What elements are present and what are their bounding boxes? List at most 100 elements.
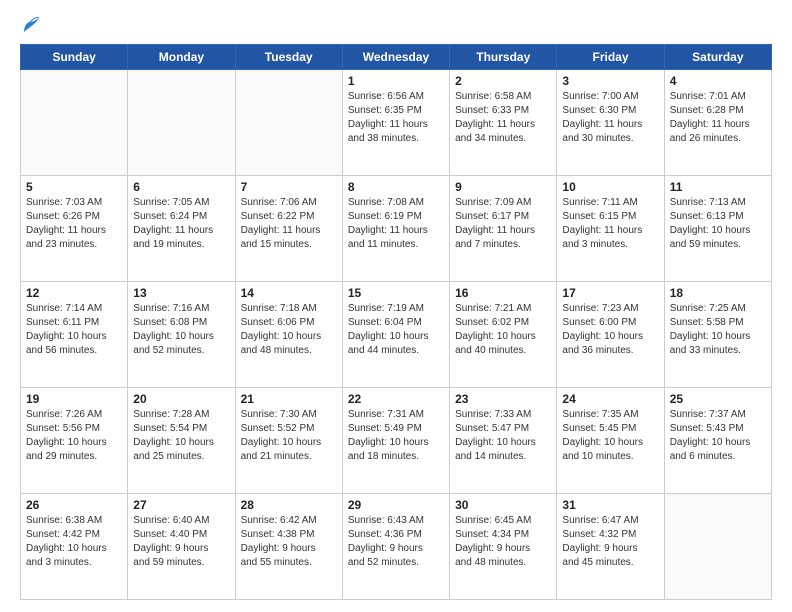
week-row-5: 26 Sunrise: 6:38 AM Sunset: 4:42 PM Dayli… (21, 494, 772, 600)
day-number: 28 (241, 498, 337, 512)
week-row-3: 12 Sunrise: 7:14 AM Sunset: 6:11 PM Dayli… (21, 282, 772, 388)
day-cell (235, 70, 342, 176)
day-number: 21 (241, 392, 337, 406)
day-number: 12 (26, 286, 122, 300)
day-info: Sunrise: 6:56 AM Sunset: 6:35 PM Dayligh… (348, 90, 444, 146)
day-cell: 10 Sunrise: 7:11 AM Sunset: 6:15 PM Dayli… (557, 176, 664, 282)
day-number: 30 (455, 498, 551, 512)
logo-bird-icon (22, 14, 40, 36)
day-cell: 15 Sunrise: 7:19 AM Sunset: 6:04 PM Dayli… (342, 282, 449, 388)
day-info: Sunrise: 7:18 AM Sunset: 6:06 PM Dayligh… (241, 302, 337, 358)
day-cell: 28 Sunrise: 6:42 AM Sunset: 4:38 PM Dayli… (235, 494, 342, 600)
day-number: 13 (133, 286, 229, 300)
day-cell: 25 Sunrise: 7:37 AM Sunset: 5:43 PM Dayli… (664, 388, 771, 494)
day-info: Sunrise: 7:00 AM Sunset: 6:30 PM Dayligh… (562, 90, 658, 146)
calendar-table: SundayMondayTuesdayWednesdayThursdayFrid… (20, 44, 772, 600)
day-info: Sunrise: 6:58 AM Sunset: 6:33 PM Dayligh… (455, 90, 551, 146)
day-number: 2 (455, 74, 551, 88)
day-number: 25 (670, 392, 766, 406)
day-cell: 16 Sunrise: 7:21 AM Sunset: 6:02 PM Dayli… (450, 282, 557, 388)
day-info: Sunrise: 7:21 AM Sunset: 6:02 PM Dayligh… (455, 302, 551, 358)
day-cell: 17Sunrise: 7:23 AM Sunset: 6:00 PM Dayli… (557, 282, 664, 388)
day-info: Sunrise: 7:35 AM Sunset: 5:45 PM Dayligh… (562, 408, 658, 464)
day-cell: 18Sunrise: 7:25 AM Sunset: 5:58 PM Dayli… (664, 282, 771, 388)
day-cell: 2 Sunrise: 6:58 AM Sunset: 6:33 PM Daylig… (450, 70, 557, 176)
day-cell (664, 494, 771, 600)
day-cell: 24Sunrise: 7:35 AM Sunset: 5:45 PM Dayli… (557, 388, 664, 494)
day-number: 23 (455, 392, 551, 406)
day-info: Sunrise: 7:31 AM Sunset: 5:49 PM Dayligh… (348, 408, 444, 464)
logo-text (20, 16, 40, 36)
day-info: Sunrise: 7:19 AM Sunset: 6:04 PM Dayligh… (348, 302, 444, 358)
day-cell: 9 Sunrise: 7:09 AM Sunset: 6:17 PM Daylig… (450, 176, 557, 282)
day-info: Sunrise: 7:14 AM Sunset: 6:11 PM Dayligh… (26, 302, 122, 358)
day-number: 14 (241, 286, 337, 300)
day-info: Sunrise: 6:43 AM Sunset: 4:36 PM Dayligh… (348, 514, 444, 570)
day-cell: 12 Sunrise: 7:14 AM Sunset: 6:11 PM Dayli… (21, 282, 128, 388)
day-cell: 13 Sunrise: 7:16 AM Sunset: 6:08 PM Dayli… (128, 282, 235, 388)
day-info: Sunrise: 6:47 AM Sunset: 4:32 PM Dayligh… (562, 514, 658, 570)
day-number: 9 (455, 180, 551, 194)
day-info: Sunrise: 7:33 AM Sunset: 5:47 PM Dayligh… (455, 408, 551, 464)
day-info: Sunrise: 7:09 AM Sunset: 6:17 PM Dayligh… (455, 196, 551, 252)
page: SundayMondayTuesdayWednesdayThursdayFrid… (0, 0, 792, 612)
weekday-header-wednesday: Wednesday (342, 45, 449, 70)
day-info: Sunrise: 7:01 AM Sunset: 6:28 PM Dayligh… (670, 90, 766, 146)
day-number: 5 (26, 180, 122, 194)
day-info: Sunrise: 7:03 AM Sunset: 6:26 PM Dayligh… (26, 196, 122, 252)
day-info: Sunrise: 7:28 AM Sunset: 5:54 PM Dayligh… (133, 408, 229, 464)
day-cell: 27Sunrise: 6:40 AM Sunset: 4:40 PM Dayli… (128, 494, 235, 600)
day-info: Sunrise: 7:37 AM Sunset: 5:43 PM Dayligh… (670, 408, 766, 464)
day-number: 1 (348, 74, 444, 88)
day-number: 26 (26, 498, 122, 512)
day-cell: 21Sunrise: 7:30 AM Sunset: 5:52 PM Dayli… (235, 388, 342, 494)
day-cell: 29 Sunrise: 6:43 AM Sunset: 4:36 PM Dayli… (342, 494, 449, 600)
day-number: 29 (348, 498, 444, 512)
day-number: 27 (133, 498, 229, 512)
day-cell: 26 Sunrise: 6:38 AM Sunset: 4:42 PM Dayli… (21, 494, 128, 600)
day-cell (128, 70, 235, 176)
day-cell: 23 Sunrise: 7:33 AM Sunset: 5:47 PM Dayli… (450, 388, 557, 494)
week-row-1: 1 Sunrise: 6:56 AM Sunset: 6:35 PM Daylig… (21, 70, 772, 176)
day-cell: 4 Sunrise: 7:01 AM Sunset: 6:28 PM Daylig… (664, 70, 771, 176)
day-info: Sunrise: 7:23 AM Sunset: 6:00 PM Dayligh… (562, 302, 658, 358)
day-info: Sunrise: 7:16 AM Sunset: 6:08 PM Dayligh… (133, 302, 229, 358)
week-row-2: 5 Sunrise: 7:03 AM Sunset: 6:26 PM Daylig… (21, 176, 772, 282)
day-number: 10 (562, 180, 658, 194)
day-info: Sunrise: 6:38 AM Sunset: 4:42 PM Dayligh… (26, 514, 122, 570)
day-cell: 22 Sunrise: 7:31 AM Sunset: 5:49 PM Dayli… (342, 388, 449, 494)
week-row-4: 19Sunrise: 7:26 AM Sunset: 5:56 PM Dayli… (21, 388, 772, 494)
day-cell: 14 Sunrise: 7:18 AM Sunset: 6:06 PM Dayli… (235, 282, 342, 388)
day-number: 20 (133, 392, 229, 406)
day-number: 15 (348, 286, 444, 300)
day-number: 18 (670, 286, 766, 300)
day-cell: 6Sunrise: 7:05 AM Sunset: 6:24 PM Daylig… (128, 176, 235, 282)
day-number: 22 (348, 392, 444, 406)
weekday-header-thursday: Thursday (450, 45, 557, 70)
day-number: 11 (670, 180, 766, 194)
day-info: Sunrise: 6:45 AM Sunset: 4:34 PM Dayligh… (455, 514, 551, 570)
weekday-header-friday: Friday (557, 45, 664, 70)
day-cell: 30 Sunrise: 6:45 AM Sunset: 4:34 PM Dayli… (450, 494, 557, 600)
day-cell: 19Sunrise: 7:26 AM Sunset: 5:56 PM Dayli… (21, 388, 128, 494)
day-cell: 8 Sunrise: 7:08 AM Sunset: 6:19 PM Daylig… (342, 176, 449, 282)
logo (20, 16, 40, 36)
day-info: Sunrise: 6:42 AM Sunset: 4:38 PM Dayligh… (241, 514, 337, 570)
day-info: Sunrise: 7:06 AM Sunset: 6:22 PM Dayligh… (241, 196, 337, 252)
day-cell: 20 Sunrise: 7:28 AM Sunset: 5:54 PM Dayli… (128, 388, 235, 494)
day-cell: 31 Sunrise: 6:47 AM Sunset: 4:32 PM Dayli… (557, 494, 664, 600)
day-info: Sunrise: 7:26 AM Sunset: 5:56 PM Dayligh… (26, 408, 122, 464)
day-number: 7 (241, 180, 337, 194)
day-number: 16 (455, 286, 551, 300)
day-number: 8 (348, 180, 444, 194)
day-info: Sunrise: 7:11 AM Sunset: 6:15 PM Dayligh… (562, 196, 658, 252)
weekday-header-tuesday: Tuesday (235, 45, 342, 70)
day-number: 4 (670, 74, 766, 88)
day-number: 3 (562, 74, 658, 88)
day-info: Sunrise: 7:13 AM Sunset: 6:13 PM Dayligh… (670, 196, 766, 252)
day-cell: 3 Sunrise: 7:00 AM Sunset: 6:30 PM Daylig… (557, 70, 664, 176)
day-number: 6 (133, 180, 229, 194)
day-info: Sunrise: 7:08 AM Sunset: 6:19 PM Dayligh… (348, 196, 444, 252)
day-number: 31 (562, 498, 658, 512)
day-cell: 11 Sunrise: 7:13 AM Sunset: 6:13 PM Dayli… (664, 176, 771, 282)
